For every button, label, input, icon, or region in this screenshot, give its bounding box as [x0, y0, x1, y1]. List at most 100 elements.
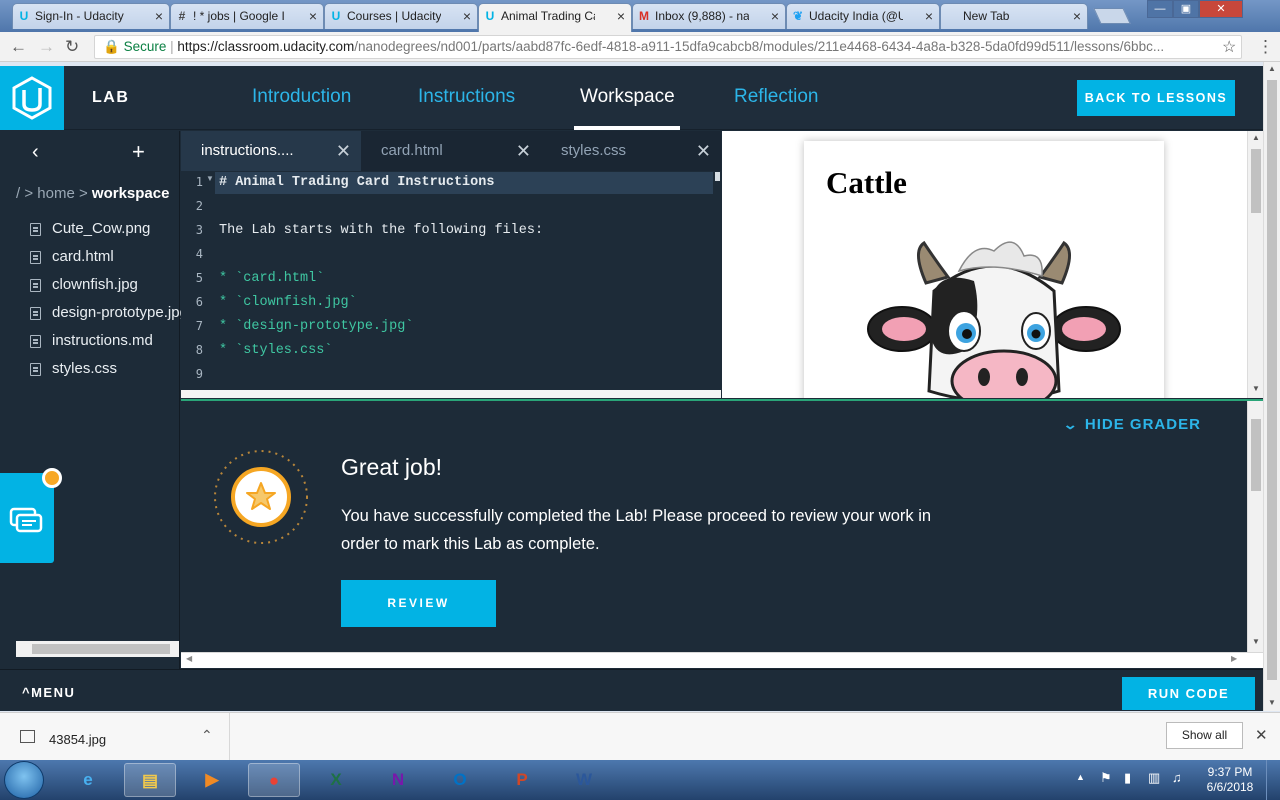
menu-dots-icon[interactable]: ⋮ — [1257, 37, 1274, 57]
hide-grader-toggle[interactable]: ⌄ HIDE GRADER — [1062, 416, 1201, 433]
udacity-icon: U — [19, 9, 29, 23]
horizontal-scrollbar[interactable]: ◀ ▶ — [181, 652, 1263, 668]
file-item[interactable]: card.html — [30, 248, 114, 265]
file-item[interactable]: clownfish.jpg — [30, 276, 138, 293]
editor-tab-styles-css[interactable]: styles.css ✕ — [541, 131, 721, 171]
udacity-icon: U — [331, 9, 341, 23]
grader-scrollbar[interactable]: ▼ — [1247, 401, 1263, 652]
url-field[interactable]: 🔒 Secure | https://classroom.udacity.com… — [94, 35, 1242, 59]
grader-title: Great job! — [341, 454, 442, 480]
powerpoint-icon[interactable]: P — [496, 763, 548, 797]
browser-tab[interactable]: U Animal Trading Ca × — [478, 3, 632, 32]
fold-arrow-icon[interactable]: ▼ — [206, 174, 214, 183]
close-download-bar-icon[interactable]: ✕ — [1255, 726, 1268, 744]
close-tab-icon[interactable]: × — [463, 4, 471, 28]
close-tab-icon[interactable]: × — [771, 4, 779, 28]
clock[interactable]: 9:37 PM 6/6/2018 — [1200, 765, 1260, 795]
breadcrumb-home[interactable]: home — [37, 185, 75, 202]
add-file-icon[interactable]: + — [132, 139, 145, 165]
chevron-down-icon: ⌄ — [1062, 417, 1080, 432]
file-explorer-icon[interactable]: ▤ — [124, 763, 176, 797]
scroll-right-arrow-icon[interactable]: ▶ — [1231, 654, 1237, 663]
forward-arrow-icon[interactable]: → — [38, 37, 55, 57]
reload-icon[interactable]: ↻ — [65, 37, 79, 57]
tab-instructions[interactable]: Instructions — [418, 86, 515, 108]
sidebar-scrollbar[interactable] — [16, 641, 179, 657]
menu-toggle[interactable]: ^MENU — [22, 685, 75, 700]
preview-scrollbar[interactable]: ▲ ▼ — [1247, 131, 1263, 398]
minimize-button[interactable]: — — [1147, 0, 1173, 18]
internet-explorer-icon[interactable]: e — [62, 763, 114, 797]
chrome-icon[interactable]: ● — [248, 763, 300, 797]
preview-scroll-thumb[interactable] — [1251, 149, 1261, 213]
editor-scrollbar[interactable] — [715, 171, 721, 398]
tab-introduction[interactable]: Introduction — [252, 86, 351, 108]
file-item[interactable]: styles.css — [30, 360, 117, 377]
back-arrow-icon[interactable]: ← — [10, 37, 27, 57]
udacity-logo[interactable] — [0, 66, 64, 130]
scroll-up-arrow-icon[interactable]: ▲ — [1268, 64, 1276, 73]
scroll-up-arrow-icon[interactable]: ▲ — [1252, 133, 1260, 142]
tab-reflection[interactable]: Reflection — [734, 86, 819, 108]
browser-tab[interactable]: U Sign-In - Udacity × — [12, 3, 170, 29]
excel-icon[interactable]: X — [310, 763, 362, 797]
editor-tab-card-html[interactable]: card.html ✕ — [361, 131, 541, 171]
scroll-left-arrow-icon[interactable]: ◀ — [186, 654, 192, 663]
scroll-down-arrow-icon[interactable]: ▼ — [1252, 637, 1260, 646]
browser-tab[interactable]: #! * jobs | Google I × — [170, 3, 324, 29]
new-tab-button[interactable] — [1093, 8, 1131, 24]
file-item[interactable]: instructions.md — [30, 332, 153, 349]
chevron-up-icon[interactable]: ⌃ — [201, 727, 213, 744]
grader-scroll-thumb[interactable] — [1251, 419, 1261, 491]
show-all-button[interactable]: Show all — [1166, 722, 1243, 749]
file-item[interactable]: Cute_Cow.png — [30, 220, 150, 237]
maximize-button[interactable]: ▣ — [1173, 0, 1199, 18]
close-window-button[interactable]: ✕ — [1199, 0, 1243, 18]
close-tab-icon[interactable]: ✕ — [336, 131, 351, 171]
page-scrollbar[interactable]: ▲ ▼ — [1263, 62, 1280, 711]
close-tab-icon[interactable]: × — [309, 4, 317, 28]
tray-up-arrow-icon[interactable]: ▲ — [1076, 772, 1085, 782]
editor-horizontal-scrollbar[interactable] — [181, 390, 721, 398]
power-icon[interactable]: ▮ — [1124, 770, 1131, 786]
tab-workspace[interactable]: Workspace — [580, 86, 675, 108]
chat-widget-button[interactable] — [0, 468, 62, 563]
image-file-icon — [20, 730, 35, 743]
editor-scroll-thumb[interactable] — [715, 172, 720, 181]
code-editor[interactable]: ▼ 1 # Animal Trading Card Instructions 2 3 T… — [181, 171, 721, 398]
editor-tab-instructions[interactable]: instructions.... ✕ — [181, 131, 361, 171]
outlook-icon[interactable]: O — [434, 763, 486, 797]
back-to-lessons-button[interactable]: BACK TO LESSONS — [1077, 80, 1235, 116]
flag-icon[interactable]: ⚑ — [1100, 770, 1112, 786]
onenote-icon[interactable]: N — [372, 763, 424, 797]
network-icon[interactable]: ▥ — [1148, 770, 1160, 786]
close-tab-icon[interactable]: × — [617, 4, 625, 28]
file-icon — [30, 307, 41, 320]
page-scroll-thumb[interactable] — [1267, 80, 1277, 680]
download-item[interactable]: 43854.jpg ⌃ — [0, 713, 230, 761]
file-item[interactable]: design-prototype.jpg — [30, 304, 188, 321]
volume-icon[interactable]: ♫ — [1172, 770, 1182, 785]
run-code-button[interactable]: RUN CODE — [1122, 677, 1255, 710]
lab-header: LAB Introduction Instructions Workspace … — [0, 66, 1263, 130]
scroll-down-arrow-icon[interactable]: ▼ — [1268, 698, 1276, 707]
review-button[interactable]: REVIEW — [341, 580, 496, 627]
browser-tab[interactable]: ❦ Udacity India (@U × — [786, 3, 940, 29]
browser-tab[interactable]: U Courses | Udacity × — [324, 3, 478, 29]
browser-tab[interactable]: New Tab × — [940, 3, 1088, 29]
scroll-down-arrow-icon[interactable]: ▼ — [1252, 384, 1260, 393]
collapse-sidebar-icon[interactable]: ‹ — [32, 141, 39, 164]
close-tab-icon[interactable]: × — [155, 4, 163, 28]
breadcrumb-root: / > — [16, 185, 38, 202]
bookmark-star-icon[interactable]: ☆ — [1222, 37, 1236, 57]
close-tab-icon[interactable]: × — [925, 4, 933, 28]
start-button[interactable] — [4, 761, 44, 799]
close-tab-icon[interactable]: × — [1073, 4, 1081, 28]
close-tab-icon[interactable]: ✕ — [696, 131, 711, 171]
media-player-icon[interactable]: ▶ — [186, 763, 238, 797]
sidebar-scroll-thumb[interactable] — [32, 644, 170, 654]
close-tab-icon[interactable]: ✕ — [516, 131, 531, 171]
word-icon[interactable]: W — [558, 763, 610, 797]
show-desktop-button[interactable] — [1266, 760, 1280, 800]
browser-tab[interactable]: M Inbox (9,888) - na × — [632, 3, 786, 29]
